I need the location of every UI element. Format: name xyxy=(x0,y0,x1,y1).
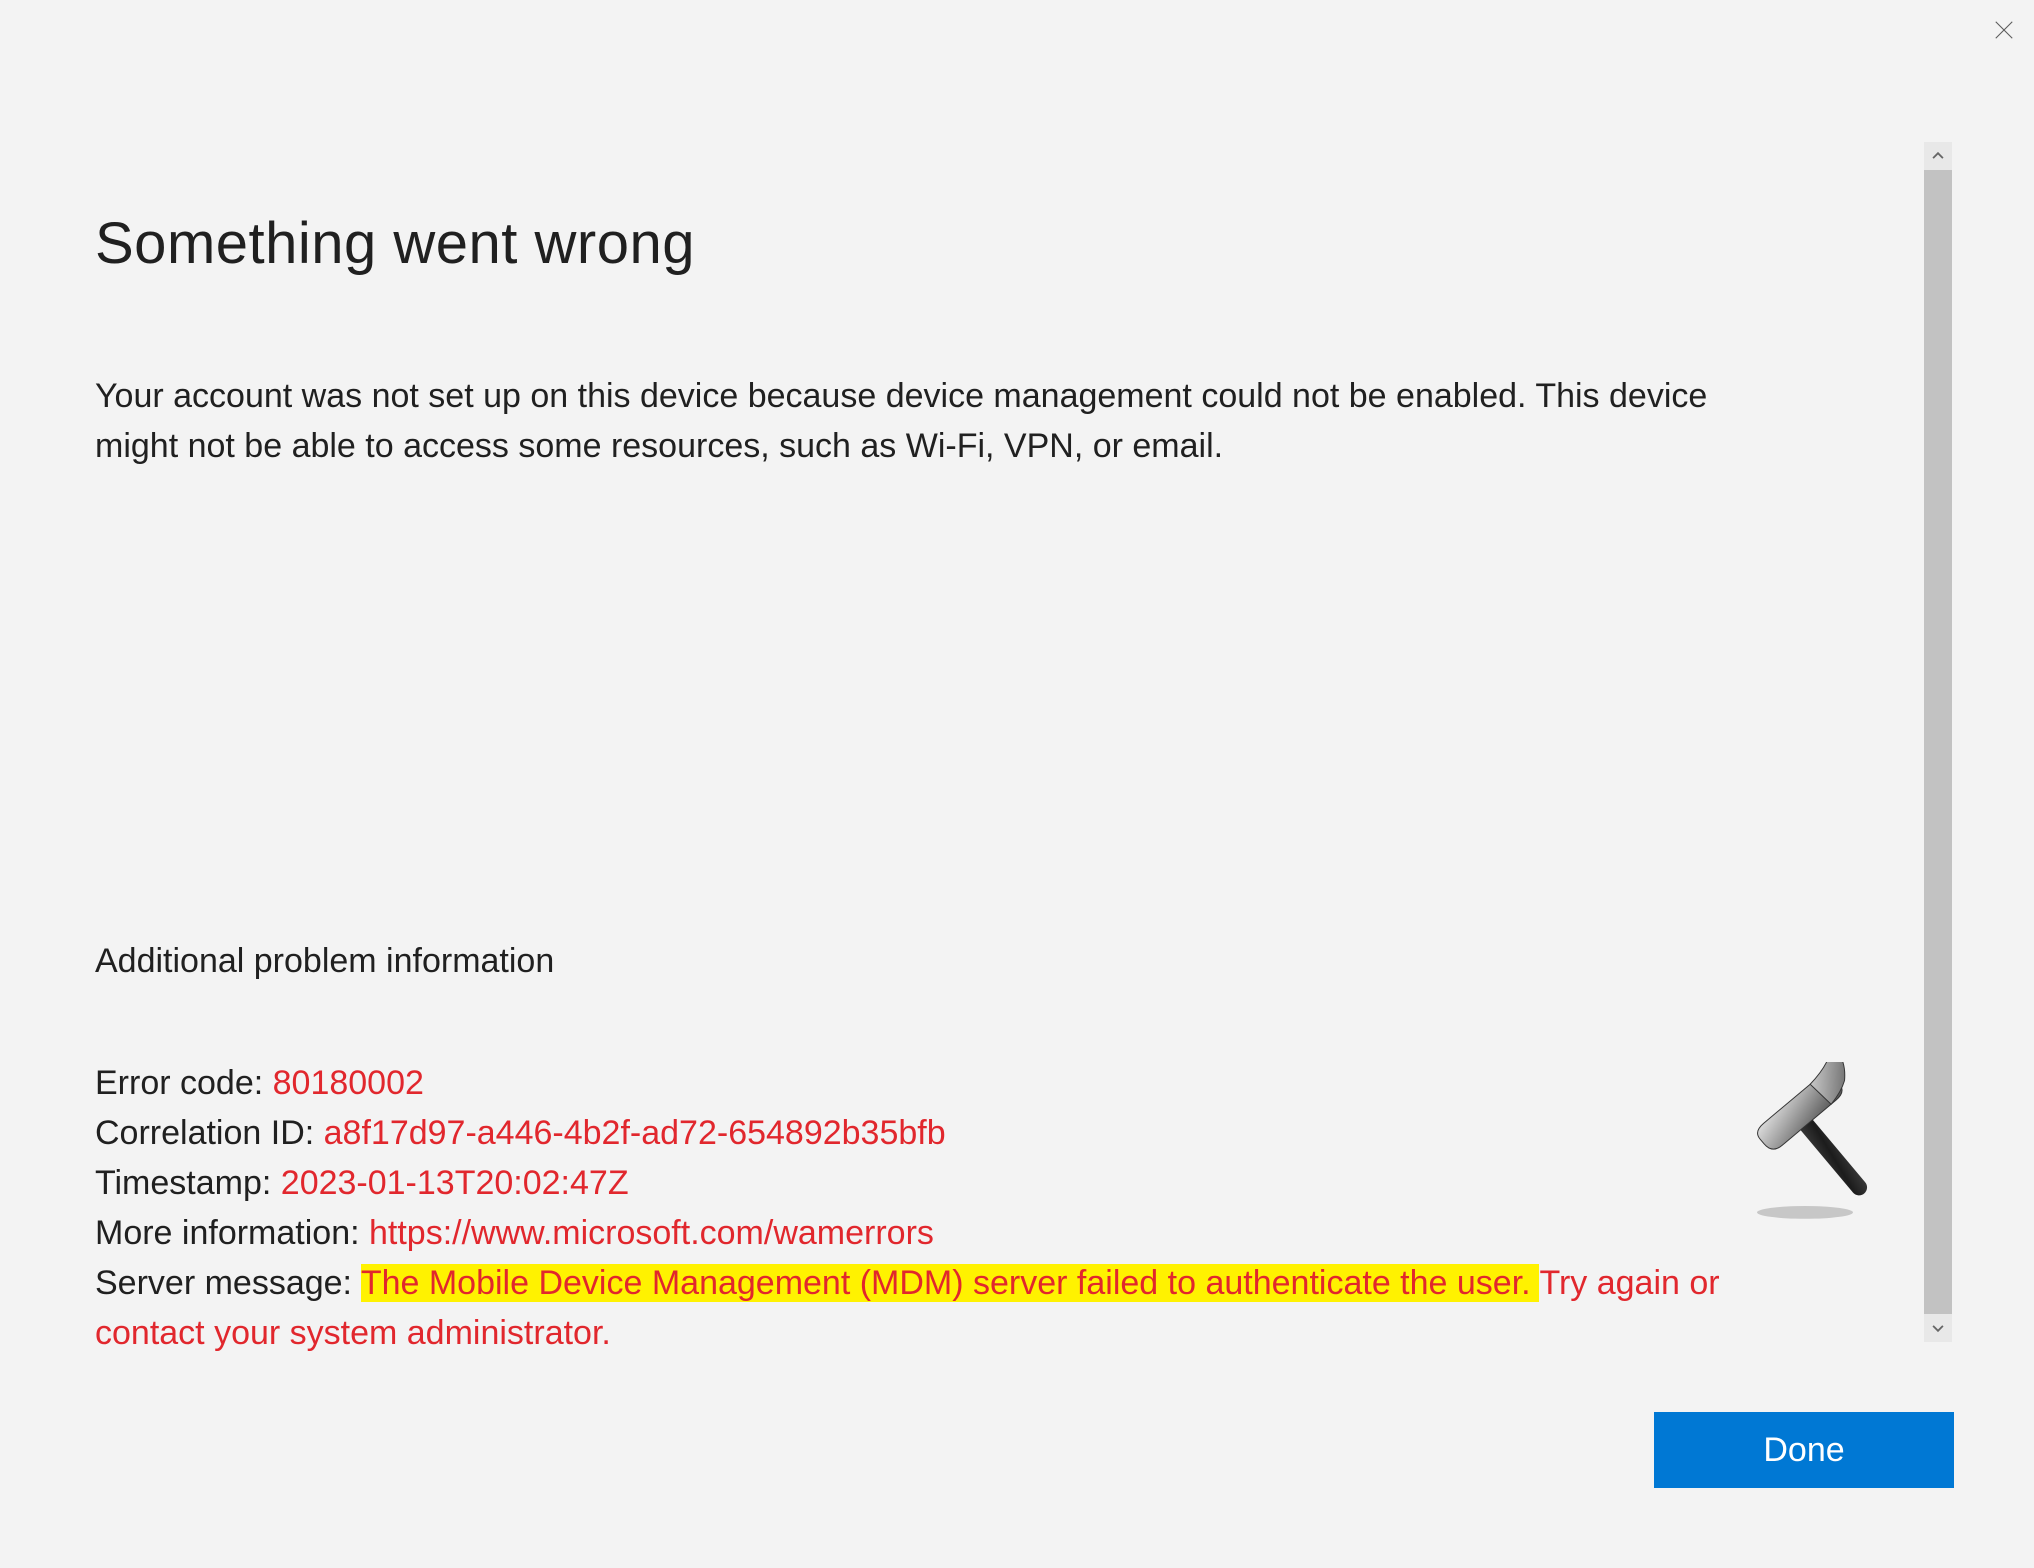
server-message-label: Server message: xyxy=(95,1264,361,1302)
server-message-row: Server message: The Mobile Device Manage… xyxy=(95,1259,1735,1359)
error-code-value: 80180002 xyxy=(273,1064,424,1102)
close-icon xyxy=(1993,19,2015,41)
close-button[interactable] xyxy=(1988,14,2020,46)
more-info-label: More information: xyxy=(95,1214,369,1252)
done-button[interactable]: Done xyxy=(1654,1412,1954,1488)
correlation-id-label: Correlation ID: xyxy=(95,1114,324,1152)
scrollbar[interactable] xyxy=(1924,142,1952,1342)
hammer-icon xyxy=(1736,1062,1906,1222)
error-code-label: Error code: xyxy=(95,1064,273,1102)
timestamp-row: Timestamp: 2023-01-13T20:02:47Z xyxy=(95,1159,1795,1209)
timestamp-value: 2023-01-13T20:02:47Z xyxy=(281,1164,629,1202)
more-info-link[interactable]: https://www.microsoft.com/wamerrors xyxy=(369,1214,934,1252)
chevron-down-icon xyxy=(1931,1321,1945,1335)
correlation-id-row: Correlation ID: a8f17d97-a446-4b2f-ad72-… xyxy=(95,1109,1795,1159)
timestamp-label: Timestamp: xyxy=(95,1164,281,1202)
done-button-label: Done xyxy=(1763,1431,1844,1470)
more-info-row: More information: https://www.microsoft.… xyxy=(95,1209,1795,1259)
dialog-title: Something went wrong xyxy=(95,210,1795,277)
chevron-up-icon xyxy=(1931,149,1945,163)
scroll-down-button[interactable] xyxy=(1924,1314,1952,1342)
additional-info-heading: Additional problem information xyxy=(95,942,1795,981)
scrollbar-thumb[interactable] xyxy=(1924,170,1952,1314)
server-message-highlight: The Mobile Device Management (MDM) serve… xyxy=(361,1264,1540,1302)
scroll-up-button[interactable] xyxy=(1924,142,1952,170)
correlation-id-value: a8f17d97-a446-4b2f-ad72-654892b35bfb xyxy=(324,1114,946,1152)
error-code-row: Error code: 80180002 xyxy=(95,1059,1795,1109)
dialog-description: Your account was not set up on this devi… xyxy=(95,372,1735,472)
dialog-content: Something went wrong Your account was no… xyxy=(95,210,1795,1359)
